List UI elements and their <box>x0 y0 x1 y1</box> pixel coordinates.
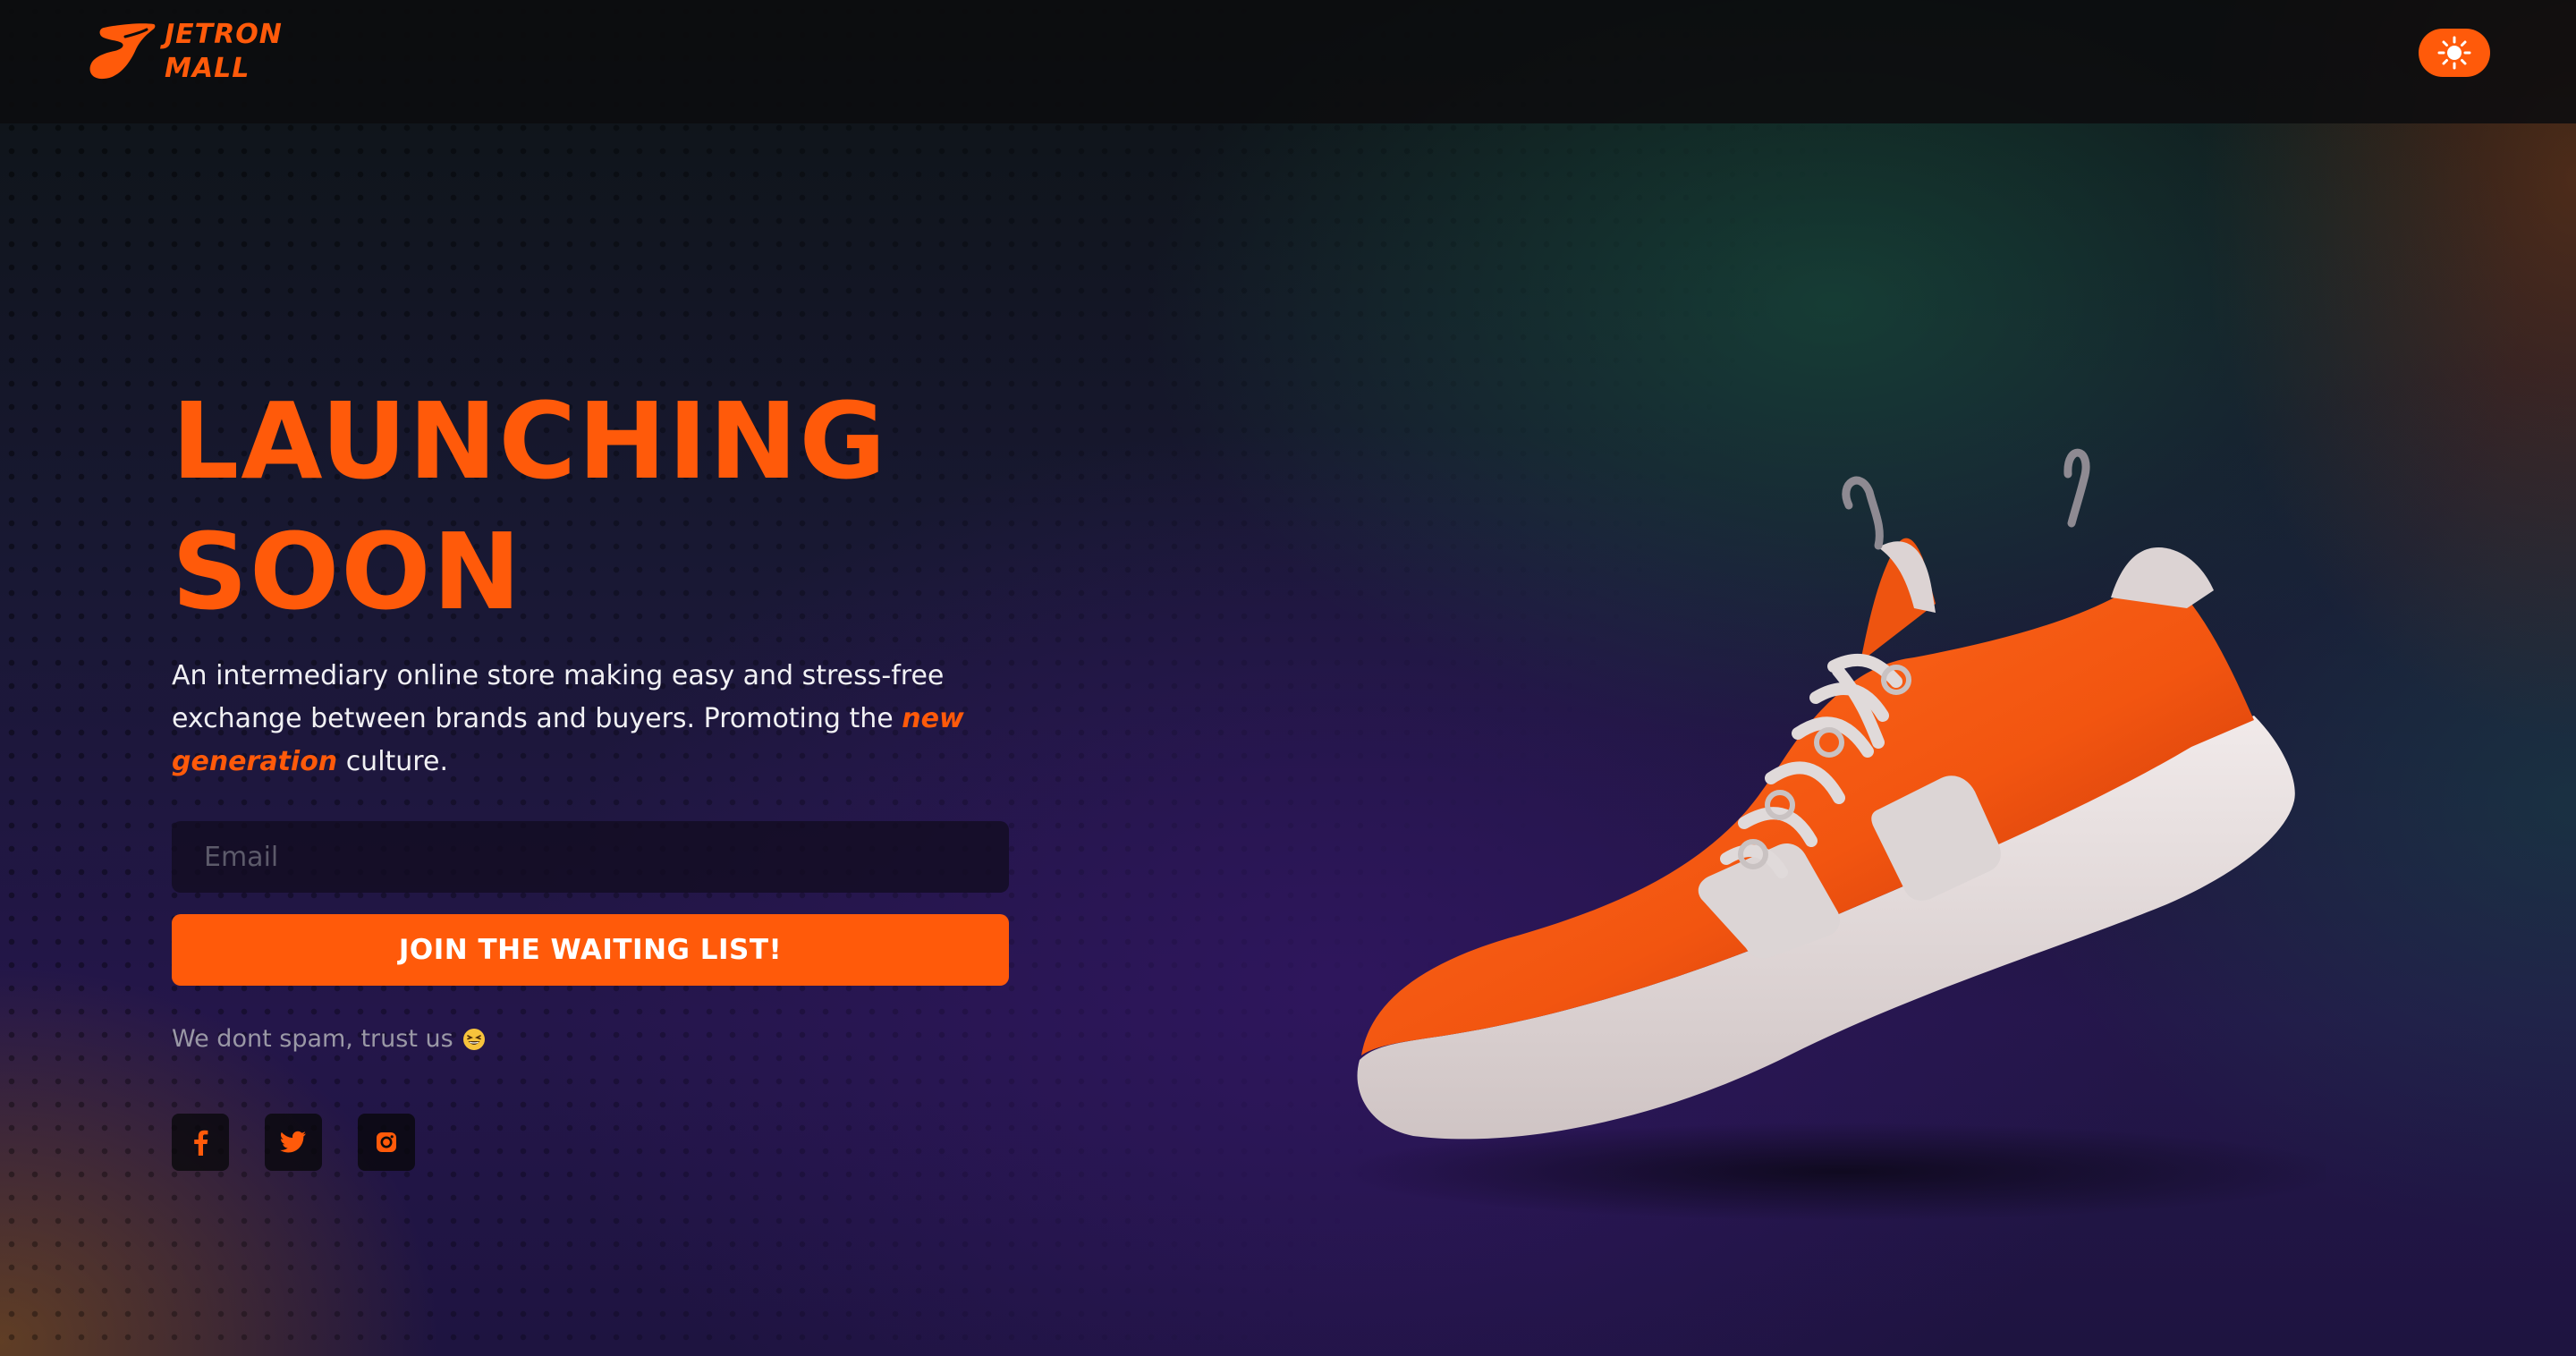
theme-toggle-button[interactable] <box>2419 29 2490 77</box>
social-links <box>172 1114 451 1171</box>
grinning-squinting-face-emoji <box>462 1028 485 1050</box>
brand-name-line1: JETRON <box>165 19 283 50</box>
jetron-logo-icon <box>89 23 156 80</box>
sneaker-illustration <box>1288 447 2343 1252</box>
page: JETRON MALL LAUNCHING SOON An intermedia… <box>0 0 2576 1356</box>
brand-logo[interactable]: JETRON MALL <box>84 18 283 86</box>
twitter-icon <box>280 1131 306 1153</box>
twitter-link[interactable] <box>265 1114 322 1171</box>
facebook-link[interactable] <box>172 1114 229 1171</box>
hero-section: LAUNCHING SOON An intermediary online st… <box>172 376 1013 1053</box>
facebook-icon <box>194 1130 208 1156</box>
hero-title-line2: SOON <box>172 510 523 633</box>
hero-description: An intermediary online store making easy… <box>172 655 1030 784</box>
no-spam-text: We dont spam, trust us <box>172 1025 453 1053</box>
instagram-link[interactable] <box>358 1114 415 1171</box>
join-waiting-list-button[interactable]: JOIN THE WAITING LIST! <box>172 914 1009 986</box>
brand-name: JETRON MALL <box>165 18 283 86</box>
hero-title-line1: LAUNCHING <box>172 379 888 503</box>
orange-sneaker-illustration <box>1342 448 2343 1221</box>
hero-title: LAUNCHING SOON <box>172 376 1013 637</box>
brand-name-line2: MALL <box>165 53 250 84</box>
instagram-icon <box>377 1132 396 1152</box>
sun-icon <box>2437 36 2471 70</box>
top-header: JETRON MALL <box>0 0 2576 123</box>
description-text-end: culture. <box>337 746 448 777</box>
no-spam-note: We dont spam, trust us <box>172 1025 1013 1053</box>
email-input[interactable] <box>172 821 1009 893</box>
description-text: An intermediary online store making easy… <box>172 660 945 734</box>
